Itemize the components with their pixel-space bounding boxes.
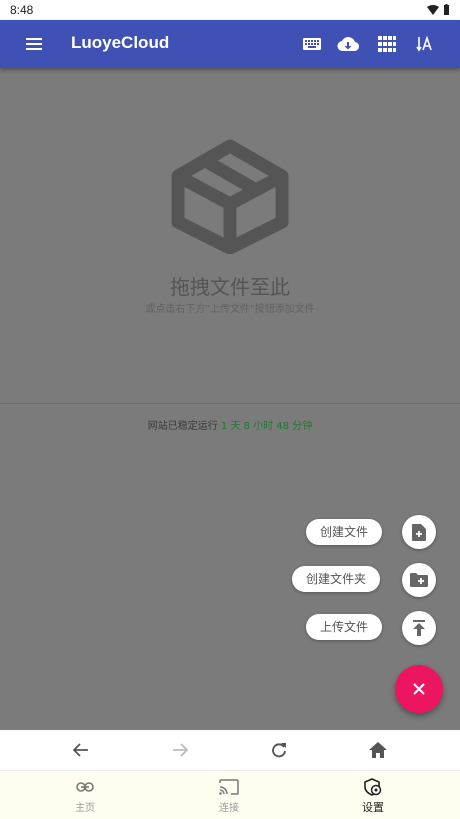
shield-settings-icon <box>364 778 382 796</box>
tab-connect[interactable]: 连接 <box>199 777 259 814</box>
battery-icon <box>444 4 449 15</box>
link-icon <box>76 782 94 792</box>
cast-icon <box>219 779 239 795</box>
drop-zone[interactable]: 拖拽文件至此 或点击右下方"上传文件"按钮添加文件 <box>0 68 460 403</box>
app-title: LuoyeCloud <box>71 33 170 52</box>
create-folder-label[interactable]: 创建文件夹 <box>292 566 381 592</box>
drop-title: 拖拽文件至此 <box>170 275 290 299</box>
wifi-icon <box>427 4 439 15</box>
status-bar: 8:48 <box>0 0 460 20</box>
status-time: 8:48 <box>10 3 34 17</box>
forward-arrow-icon[interactable] <box>170 740 190 760</box>
status-icons <box>427 4 450 15</box>
tab-home[interactable]: 主页 <box>55 777 115 814</box>
uptime-text: 网站已稳定运行 1 天 8 小时 48 分钟 <box>0 417 460 432</box>
divider <box>0 403 460 404</box>
uptime-value: 1 天 8 小时 48 分钟 <box>220 421 313 432</box>
back-arrow-icon[interactable] <box>71 740 91 760</box>
refresh-icon[interactable] <box>269 740 289 760</box>
drop-subtitle: 或点击右下方"上传文件"按钮添加文件 <box>145 304 315 315</box>
new-folder-icon[interactable] <box>402 563 436 597</box>
cloud-download-icon[interactable] <box>336 32 360 56</box>
grid-view-icon[interactable] <box>375 32 399 56</box>
sort-icon[interactable] <box>413 32 437 56</box>
tab-settings-label: 设置 <box>362 801 384 814</box>
tab-connect-label: 连接 <box>219 803 239 814</box>
app-bar: LuoyeCloud <box>0 20 460 68</box>
tab-settings[interactable]: 设置 <box>343 777 403 815</box>
browser-nav <box>0 730 460 770</box>
create-file-label[interactable]: 创建文件 <box>306 519 383 545</box>
new-file-icon[interactable] <box>402 515 436 549</box>
keyboard-icon[interactable] <box>300 32 324 56</box>
box-icon <box>171 139 289 254</box>
tab-home-label: 主页 <box>75 803 95 814</box>
close-fab-button[interactable] <box>395 665 443 713</box>
home-icon[interactable] <box>368 740 388 760</box>
bottom-tab-bar: 主页 连接 设置 <box>0 770 460 819</box>
menu-icon[interactable] <box>24 34 44 54</box>
upload-file-label[interactable]: 上传文件 <box>306 614 383 640</box>
uptime-prefix: 网站已稳定运行 <box>147 421 218 432</box>
close-icon <box>413 683 425 695</box>
main-content: 拖拽文件至此 或点击右下方"上传文件"按钮添加文件 网站已稳定运行 1 天 8 … <box>0 68 460 730</box>
upload-icon[interactable] <box>402 611 436 645</box>
